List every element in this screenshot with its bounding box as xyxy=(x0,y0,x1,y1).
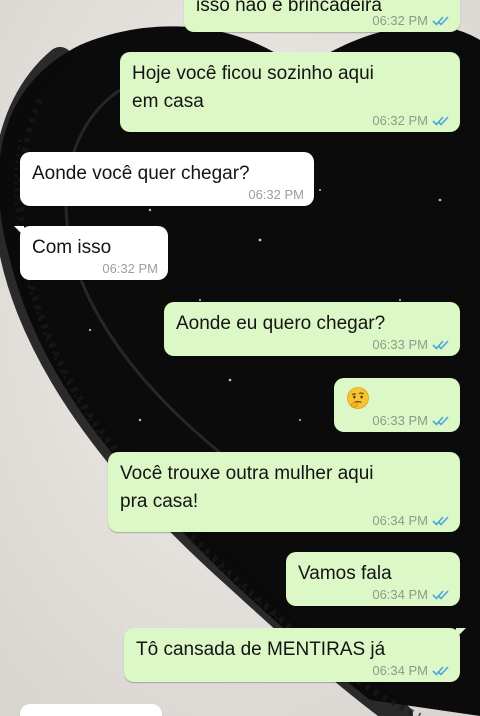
bubble-tail xyxy=(456,628,466,638)
message-time: 06:34 PM xyxy=(372,663,428,678)
message-meta: 06:34 PM xyxy=(372,513,450,528)
chat-thread: isso não é brincadeira 06:32 PM Hoje voc… xyxy=(0,0,480,716)
message-outgoing[interactable]: Você trouxe outra mulher aqui pra casa! … xyxy=(108,452,460,532)
double-check-icon xyxy=(432,339,449,350)
double-check-icon xyxy=(432,415,449,426)
message-meta: 06:34 PM xyxy=(372,663,450,678)
message-meta: 06:32 PM xyxy=(372,113,450,128)
message-time: 06:32 PM xyxy=(248,187,304,202)
message-outgoing[interactable]: Hoje você ficou sozinho aqui em casa 06:… xyxy=(120,52,460,132)
message-time: 06:34 PM xyxy=(372,587,428,602)
message-incoming[interactable]: Com isso 06:32 PM xyxy=(14,226,168,280)
double-check-icon xyxy=(432,15,449,26)
message-text: Você trouxe outra mulher aqui pra casa! xyxy=(120,463,374,512)
double-check-icon xyxy=(432,665,449,676)
message-text: Vamos fala xyxy=(298,563,392,584)
message-outgoing[interactable]: Aonde eu quero chegar? 06:33 PM xyxy=(164,302,460,356)
message-meta: 06:33 PM xyxy=(372,337,450,352)
thinking-face-emoji xyxy=(347,387,369,409)
message-outgoing[interactable]: Vamos fala 06:34 PM xyxy=(286,552,460,606)
message-meta: 06:32 PM xyxy=(372,13,450,28)
message-time: 06:33 PM xyxy=(372,413,428,428)
double-check-icon xyxy=(432,115,449,126)
message-text: Aonde você quer chegar? xyxy=(32,163,250,184)
message-text: Hoje você ficou sozinho aqui em casa xyxy=(132,63,374,112)
message-text: Aonde eu quero chegar? xyxy=(176,313,386,334)
message-time: 06:34 PM xyxy=(372,513,428,528)
message-text: Com isso xyxy=(32,237,112,258)
bubble-tail xyxy=(14,226,24,236)
message-meta: 06:34 PM xyxy=(372,587,450,602)
message-outgoing[interactable]: 🤔 06:33 PM xyxy=(334,378,460,432)
message-meta: 06:32 PM xyxy=(248,187,304,202)
double-check-icon xyxy=(432,515,449,526)
message-time: 06:33 PM xyxy=(372,337,428,352)
message-incoming[interactable]: Aonde você quer chegar? 06:32 PM xyxy=(20,152,314,206)
message-meta: 06:32 PM xyxy=(102,261,158,276)
double-check-icon xyxy=(432,589,449,600)
message-time: 06:32 PM xyxy=(372,113,428,128)
message-meta: 06:33 PM xyxy=(372,413,450,428)
message-time: 06:32 PM xyxy=(102,261,158,276)
message-incoming-partial[interactable] xyxy=(20,704,162,716)
message-outgoing[interactable]: Tô cansada de MENTIRAS já 06:34 PM xyxy=(124,628,466,682)
message-time: 06:32 PM xyxy=(372,13,428,28)
message-text: Tô cansada de MENTIRAS já xyxy=(136,639,386,660)
message-outgoing[interactable]: isso não é brincadeira 06:32 PM xyxy=(184,0,460,32)
